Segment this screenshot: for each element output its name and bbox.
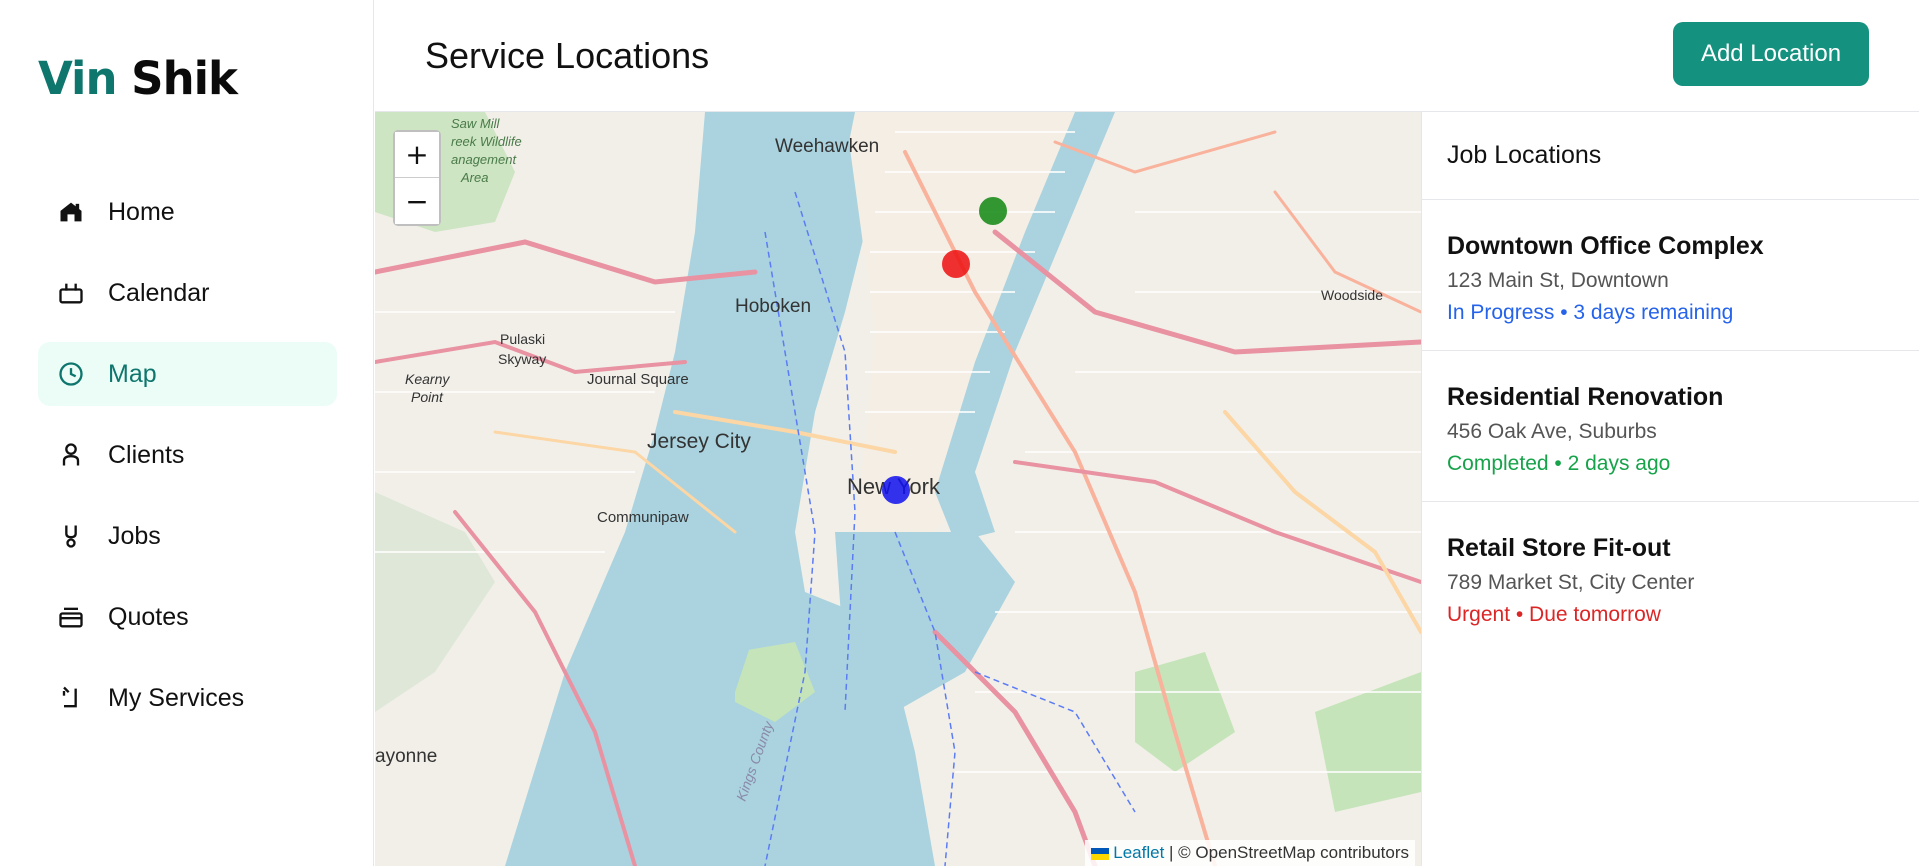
map-label-kearny: Kearny — [405, 371, 450, 387]
brand-logo[interactable]: Vin Shik — [38, 52, 238, 105]
services-icon — [56, 683, 86, 713]
map-label-skyway: Skyway — [498, 351, 546, 367]
sidebar-item-label: My Services — [108, 683, 245, 712]
sidebar-item-label: Home — [108, 197, 175, 226]
zoom-in-button[interactable]: + — [395, 132, 439, 178]
map-label-sawmill: Saw Mill — [451, 116, 501, 131]
map-label-weehawken: Weehawken — [775, 136, 879, 157]
sidebar-item-label: Jobs — [108, 521, 161, 550]
calendar-icon — [56, 278, 86, 308]
sidebar-item-label: Quotes — [108, 602, 189, 631]
sidebar-nav: Home Calendar Map Clients Jobs Quotes My… — [38, 180, 337, 747]
page-header: Service Locations Add Location — [375, 0, 1919, 112]
job-name: Residential Renovation — [1447, 383, 1724, 411]
job-item[interactable]: Residential Renovation 456 Oak Ave, Subu… — [1422, 351, 1919, 502]
map-label-woodside: Woodside — [1321, 287, 1383, 303]
map-label-area: Area — [460, 170, 488, 185]
map-label-hoboken: Hoboken — [735, 296, 811, 317]
panel-title: Job Locations — [1422, 112, 1919, 200]
brand-second: Shik — [131, 52, 238, 105]
attribution-text: | © OpenStreetMap contributors — [1169, 843, 1409, 862]
job-address: 456 Oak Ave, Suburbs — [1447, 420, 1657, 443]
map-view[interactable]: Weehawken Hoboken Jersey City Journal Sq… — [375, 112, 1421, 866]
marker-green[interactable] — [979, 197, 1007, 225]
sidebar-item-label: Calendar — [108, 278, 210, 307]
document-icon — [56, 602, 86, 632]
map-label-journal-square: Journal Square — [587, 371, 689, 388]
job-name: Retail Store Fit-out — [1447, 534, 1671, 562]
map-label-pulaski: Pulaski — [500, 331, 545, 347]
job-item[interactable]: Retail Store Fit-out 789 Market St, City… — [1422, 502, 1919, 653]
person-icon — [56, 440, 86, 470]
page-title: Service Locations — [425, 35, 710, 76]
job-item[interactable]: Downtown Office Complex 123 Main St, Dow… — [1422, 200, 1919, 351]
map-label-communipaw: Communipaw — [597, 509, 689, 526]
sidebar-item-label: Map — [108, 359, 157, 388]
zoom-control: + − — [393, 130, 441, 226]
leaflet-link[interactable]: Leaflet — [1113, 843, 1164, 862]
sidebar-item-jobs[interactable]: Jobs — [38, 504, 337, 568]
add-location-button[interactable]: Add Location — [1673, 22, 1869, 86]
zoom-out-button[interactable]: − — [395, 178, 439, 224]
marker-blue[interactable] — [882, 476, 910, 504]
job-locations-panel: Job Locations Downtown Office Complex 12… — [1421, 112, 1919, 866]
clock-icon — [56, 359, 86, 389]
map-label-management: anagement — [451, 152, 517, 167]
marker-red[interactable] — [942, 250, 970, 278]
map-attribution: Leaflet | © OpenStreetMap contributors — [1085, 840, 1415, 866]
sidebar: Vin Shik Home Calendar Map Clients Jobs … — [0, 0, 374, 866]
map-label-jersey-city: Jersey City — [647, 430, 751, 453]
home-icon — [56, 197, 86, 227]
sidebar-item-clients[interactable]: Clients — [38, 423, 337, 487]
sidebar-item-calendar[interactable]: Calendar — [38, 261, 337, 325]
sidebar-item-quotes[interactable]: Quotes — [38, 585, 337, 649]
map-label-point: Point — [411, 389, 444, 405]
map-label-kings-county: Kings County — [733, 718, 777, 803]
sidebar-item-home[interactable]: Home — [38, 180, 337, 244]
brand-first: Vin — [38, 52, 117, 105]
job-status: Completed • 2 days ago — [1447, 452, 1671, 475]
job-address: 789 Market St, City Center — [1447, 571, 1695, 594]
map-label-bayonne: ayonne — [375, 746, 437, 767]
ukraine-flag-icon — [1091, 847, 1110, 860]
job-status: Urgent • Due tomorrow — [1447, 603, 1661, 626]
tool-icon — [56, 521, 86, 551]
sidebar-item-my-services[interactable]: My Services — [38, 666, 337, 730]
sidebar-item-label: Clients — [108, 440, 185, 469]
sidebar-item-map[interactable]: Map — [38, 342, 337, 406]
job-address: 123 Main St, Downtown — [1447, 269, 1669, 292]
job-name: Downtown Office Complex — [1447, 232, 1764, 260]
map-label-creek: reek Wildlife — [451, 134, 522, 149]
job-status: In Progress • 3 days remaining — [1447, 301, 1734, 324]
